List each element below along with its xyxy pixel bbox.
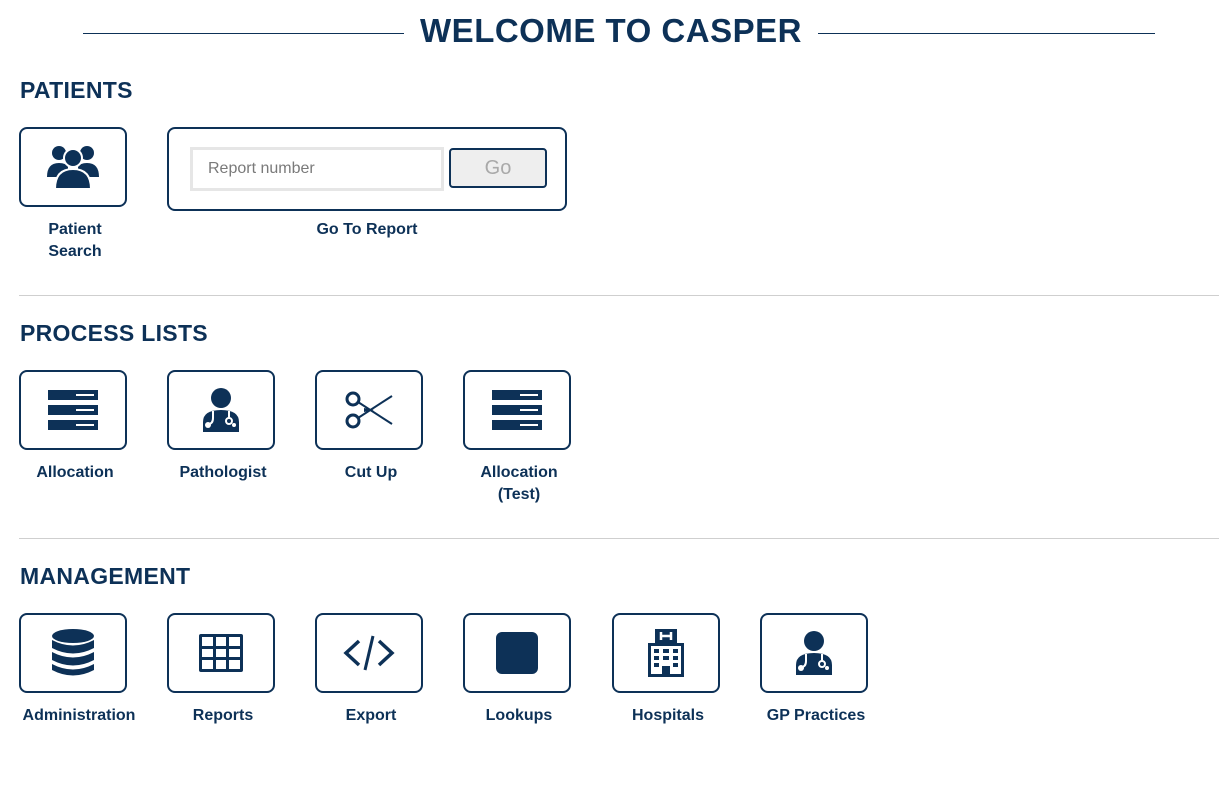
pathologist-label: Pathologist [179,464,267,481]
page-title: WELCOME TO CASPER [0,8,1222,54]
lookups-tile[interactable] [463,613,571,693]
administration-tile[interactable] [19,613,127,693]
code-icon [343,633,395,673]
reports-label: Reports [192,707,254,724]
patient-search-tile[interactable] [19,127,127,207]
go-to-report-label: Go To Report [316,221,418,238]
patient-search-label: Patient Search [48,221,102,260]
section-divider [19,295,1219,296]
export-tile[interactable] [315,613,423,693]
allocation-tile[interactable] [19,370,127,450]
doctor-icon [794,631,834,675]
list-icon [492,390,542,430]
gp-practices-label: GP Practices [766,707,866,724]
pathologist-tile[interactable] [167,370,275,450]
database-icon [51,629,95,677]
page-header: WELCOME TO CASPER [0,8,1222,56]
doctor-icon [201,388,241,432]
allocation-label: Allocation [36,464,114,481]
hospitals-tile[interactable] [612,613,720,693]
hospitals-label: Hospitals [631,707,704,724]
go-to-report-panel: Go [167,127,567,211]
administration-label: Administration [22,707,136,724]
section-title-process-lists: PROCESS LISTS [20,320,208,346]
go-button[interactable]: Go [449,148,547,188]
section-title-management: MANAGEMENT [20,563,191,589]
allocation-test-tile[interactable] [463,370,571,450]
report-number-input[interactable] [190,147,444,191]
scissors-icon [344,390,394,430]
square-icon [496,632,538,674]
allocation-test-label: Allocation (Test) [480,464,558,503]
users-icon [46,143,100,191]
hospital-icon [646,629,686,677]
section-title-patients: PATIENTS [20,77,133,103]
cut-up-tile[interactable] [315,370,423,450]
cut-up-label: Cut Up [344,464,398,481]
list-icon [48,390,98,430]
gp-practices-tile[interactable] [760,613,868,693]
export-label: Export [345,707,397,724]
lookups-label: Lookups [485,707,553,724]
reports-tile[interactable] [167,613,275,693]
section-divider [19,538,1219,539]
table-icon [199,634,243,672]
